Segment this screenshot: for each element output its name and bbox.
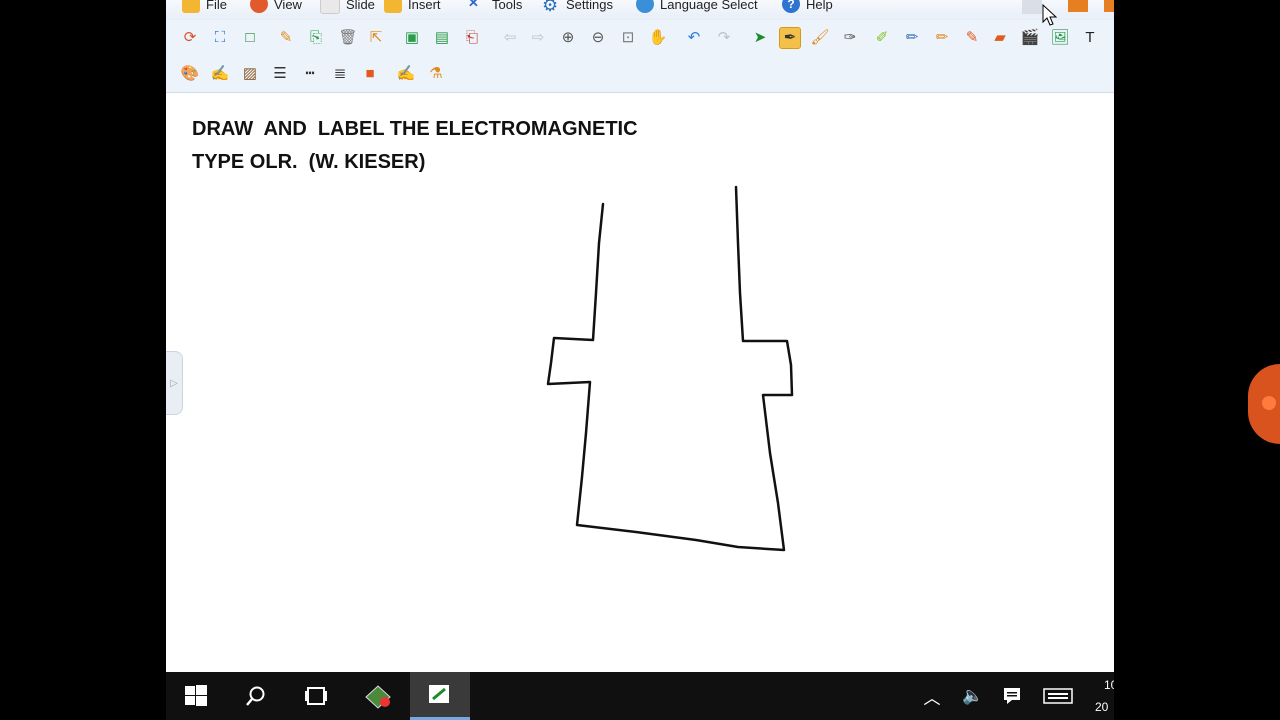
calligraphy-pen-icon[interactable]: ✑ [840,28,860,48]
pen-icon[interactable]: ✒ [779,27,801,49]
volume-button[interactable]: 🔈 [960,672,986,720]
gear-icon: ⚙ [542,0,559,15]
menu-insert[interactable]: Insert [384,0,441,14]
dash-line-icon[interactable]: ┅ [300,64,320,84]
brush-icon[interactable]: 🖌 [810,28,830,48]
menu-language-select-label: Language Select [660,0,758,12]
search-icon [246,686,265,706]
previous-page-icon[interactable]: ⇦ [500,28,520,48]
menu-view-label: View [274,0,302,12]
windows-start-icon [185,685,207,706]
menu-file-label: File [206,0,227,12]
record-dot-icon [1262,396,1276,410]
export-page-icon[interactable]: ⇱ [366,28,386,48]
laser-pen-icon[interactable]: ✎ [962,28,982,48]
insert-folder-icon [384,0,402,13]
new-page-icon[interactable]: ⎘ [306,28,326,48]
menu-slide-label: Slide [346,0,375,12]
color-bucket-icon[interactable]: ⚗ [426,64,446,84]
camera-icon[interactable]: ■ [360,64,380,84]
film-icon[interactable]: 🎬 [1020,28,1040,48]
menu-slide[interactable]: Slide [320,0,375,14]
notifications-button[interactable] [1000,672,1024,720]
message-icon [1004,688,1020,704]
fit-page-icon[interactable]: ⊡ [618,28,638,48]
ink-stroke-outline [546,185,794,552]
close-icon[interactable] [1104,0,1114,12]
next-page-icon[interactable]: ⇨ [528,28,548,48]
search-button[interactable] [226,672,286,720]
edit-page-icon[interactable]: ✎ [276,28,296,48]
signature-pen-icon[interactable]: ✍ [396,64,416,84]
clock-time: 10 [1104,678,1114,692]
mouse-cursor-icon [1042,4,1058,26]
menu-view[interactable]: View [250,0,302,14]
menu-tools[interactable]: ✕ Tools [468,0,522,14]
menu-file[interactable]: File [182,0,227,14]
window-button-icon[interactable] [1022,0,1042,14]
globe-icon [636,0,654,13]
line-width-icon[interactable]: ✍ [210,64,230,84]
task-view-icon [305,687,327,705]
side-panel-toggle[interactable]: ▷ [166,351,183,415]
tools-icon: ✕ [468,0,479,10]
picture-icon[interactable]: ▤ [432,28,452,48]
slide-icon [320,0,340,14]
page-settings-icon[interactable]: ⎗ [462,28,482,48]
marker-icon[interactable]: ✏ [902,28,922,48]
pan-hand-icon[interactable]: ✋ [648,28,668,48]
freehand-drawing [546,185,794,552]
touch-keyboard-button[interactable] [1042,672,1074,720]
undo-icon[interactable]: ↶ [684,28,704,48]
grid-view-icon[interactable] [1068,0,1088,12]
eraser-icon[interactable]: ▰ [990,28,1010,48]
task-view-button[interactable] [286,672,346,720]
menu-settings-label: Settings [566,0,613,12]
speaker-icon: 🔈 [962,686,984,705]
highlighter-icon[interactable]: ✐ [872,28,892,48]
chevron-up-icon: ︿ [923,688,941,708]
rectangle-icon[interactable]: □ [240,28,260,48]
format-toolbar: 🎨 ✍ ▨ ☰ ┅ ≣ ■ ✍ ⚗ [166,56,1114,93]
menu-settings[interactable]: ⚙ Settings [542,0,613,15]
clock-date: 20 [1095,700,1109,714]
align-icon[interactable]: ≣ [330,64,350,84]
reload-icon[interactable]: ⟳ [180,28,200,48]
help-icon: ? [782,0,800,13]
windows-start-button[interactable] [166,672,226,720]
keyboard-icon [1043,688,1073,704]
insert-image-icon[interactable]: 🖼 [1050,28,1070,48]
taskbar: ︿ 🔈 [166,672,1114,720]
tray-overflow-chevron[interactable]: ︿ [922,672,942,720]
select-frame-icon[interactable]: ⛶ [210,28,230,48]
main-toolbar: ⟳ ⛶ □ ✎ ⎘ 🗑 ⇱ ▣ ▤ ⎗ ⇦ ⇨ ⊕ ⊖ ⊡ ✋ ↶ ↷ ➤ ✒ 🖌 ✑ ✐ ✏ ✏ ✎ ▰ 🎬 🖼 T [166,20,1114,56]
screen-recorder-icon [365,685,391,709]
menu-help[interactable]: ? Help [782,0,833,14]
menu-bar: File View Slide Insert ✕ Tools ⚙ Settings … [166,0,1114,20]
fill-pattern-icon[interactable]: ▨ [240,64,260,84]
zoom-out-icon[interactable]: ⊖ [588,28,608,48]
list-icon[interactable]: ☰ [270,64,290,84]
menu-tools-label: Tools [492,0,523,12]
text-tool-icon[interactable]: T [1080,28,1100,48]
delete-page-icon[interactable]: 🗑 [338,28,358,48]
pencil-icon[interactable]: ✏ [932,28,952,48]
folder-icon [182,0,200,13]
menu-insert-label: Insert [408,0,441,12]
palette-icon[interactable]: 🎨 [180,64,200,84]
zoom-in-icon[interactable]: ⊕ [558,28,578,48]
redo-icon[interactable]: ↷ [714,28,734,48]
taskbar-app-whiteboard[interactable] [410,672,470,720]
pointer-icon[interactable]: ➤ [750,28,770,48]
app-window: File View Slide Insert ✕ Tools ⚙ Settings … [166,0,1114,720]
menu-language-select[interactable]: Language Select [636,0,758,14]
refresh-view-icon [250,0,268,13]
image-page-icon[interactable]: ▣ [402,28,422,48]
taskbar-app-recorder[interactable] [348,672,408,720]
whiteboard-app-icon [429,684,449,703]
menu-help-label: Help [806,0,833,12]
chevron-right-icon: ▷ [170,377,178,389]
whiteboard-canvas[interactable]: DRAW AND LABEL THE ELECTROMAGNETIC TYPE O… [166,93,1114,671]
